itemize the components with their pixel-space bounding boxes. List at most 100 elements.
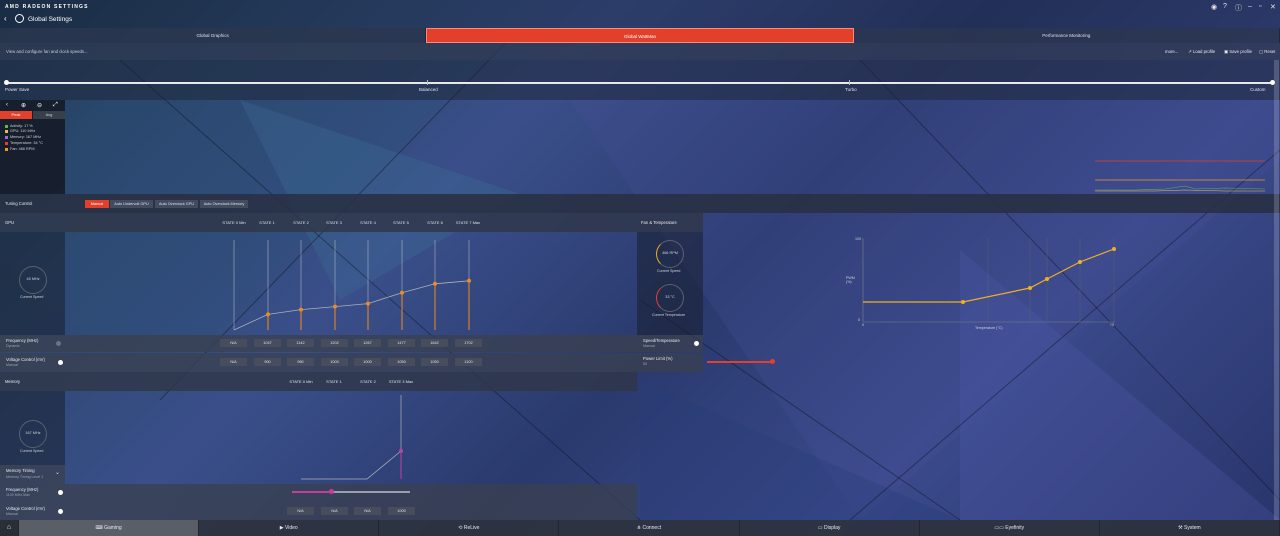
tab-avg[interactable]: Avg [33,111,65,119]
gpu-state-point[interactable] [400,290,404,295]
tab-peak[interactable]: Peak [0,111,32,119]
fan-curve-point[interactable] [1045,277,1049,281]
fan-chart-ymax: 100 [855,237,861,241]
scrollbar[interactable] [1274,60,1279,520]
load-profile-button[interactable]: ↗ Load profile [1188,49,1215,55]
zoom-out-icon[interactable]: ⊖ [37,102,42,109]
sub-bar [0,43,1280,60]
memory-frequency-value: 1100 MHz Max [6,493,30,497]
save-profile-button[interactable]: ▣ Save profile [1224,49,1252,55]
profile-slider[interactable] [6,82,1272,84]
info-icon[interactable]: ⓘ [1235,3,1242,13]
gpu-voltage-cell[interactable]: 1000 [354,358,381,366]
gpu-voltage-cell[interactable]: 900 [254,358,281,366]
nav-system-label: System [1184,525,1201,531]
nav-relive[interactable]: ⟲ ReLive [379,520,560,536]
gpu-state-point[interactable] [299,307,303,312]
eyefinity-icon: ▭▭ [994,525,1004,531]
gpu-frequency-cell[interactable]: 1477 [388,339,415,347]
tuning-auto-undervolt-button[interactable]: Auto Undervolt GPU [110,200,153,208]
memory-frequency-fill [292,491,330,493]
fan-curve-point[interactable] [1028,286,1032,290]
gpu-frequency-cell[interactable]: 1047 [254,339,281,347]
nav-connect[interactable]: ⋔ Connect [559,520,740,536]
tuning-auto-overclock-memory-button[interactable]: Auto Overclock Memory [200,200,248,208]
close-icon[interactable]: ✕ [1270,3,1276,11]
memory-voltage-cell[interactable]: N/A [287,507,314,515]
slider-tick-balanced [427,80,428,85]
fan-curve-point[interactable] [1078,260,1082,264]
profile-balanced[interactable]: Balanced [419,87,438,92]
bottom-nav: ⌂ ⌨ Gaming ▶ Video ⟲ ReLive ⋔ Connect ▭ … [0,520,1280,536]
more-link[interactable]: more... [1165,49,1178,54]
gpu-frequency-toggle[interactable] [56,341,61,346]
gpu-frequency-row [0,335,637,352]
back-icon[interactable]: ‹ [4,14,7,23]
tab-global-wattman[interactable]: Global WattMan [426,28,854,43]
bug-report-icon[interactable]: ◉ [1211,3,1217,11]
slider-stop-power-save[interactable] [4,80,9,85]
nav-display[interactable]: ▭ Display [740,520,920,536]
home-icon[interactable]: ⌂ [0,520,19,536]
memory-voltage-toggle[interactable] [58,509,63,514]
fan-curve-point[interactable] [1112,247,1116,251]
share-icon: ⋔ [636,525,642,531]
profile-power-save[interactable]: Power Save [5,87,29,92]
memory-frequency-toggle[interactable] [58,490,63,495]
nav-system[interactable]: ⚒ System [1100,520,1280,536]
tab-performance-monitoring[interactable]: Performance Monitoring [854,28,1280,43]
tuning-auto-overclock-gpu-button[interactable]: Auto Overclock GPU [155,200,198,208]
memory-voltage-cell[interactable]: 1000 [388,507,415,515]
gpu-state-point[interactable] [333,304,337,309]
gpu-frequency-cell[interactable]: 1202 [321,339,348,347]
tab-global-graphics[interactable]: Global Graphics [0,28,427,43]
fan-curve-point[interactable] [961,300,965,304]
play-icon: ▶ [279,525,284,531]
power-limit-slider[interactable] [707,361,772,363]
memory-voltage-cell[interactable]: N/A [354,507,381,515]
maximize-icon[interactable]: ▫ [1259,3,1261,10]
gpu-frequency-cell[interactable]: 1142 [287,339,314,347]
gpu-voltage-cell[interactable]: N/A [220,358,247,366]
profile-custom[interactable]: Custom [1250,87,1266,92]
reset-button[interactable]: ▢ Reset [1259,49,1276,55]
gpu-voltage-cell[interactable]: 1050 [421,358,448,366]
gpu-state-header: STATE 1 [259,220,275,225]
memory-voltage-cell[interactable]: N/A [321,507,348,515]
legend-swatch [5,142,8,145]
page-description: View and configure fan and clock speeds.… [6,49,88,54]
chevron-down-icon[interactable]: ⌄ [55,469,60,476]
nav-video[interactable]: ▶ Video [199,520,380,536]
gpu-frequency-cell[interactable]: 1702 [455,339,482,347]
gpu-frequency-cell[interactable]: 1642 [421,339,448,347]
speed-temp-label: Speed/Temperature [643,338,680,343]
nav-gaming[interactable]: ⌨ Gaming [19,520,200,536]
gpu-state-point[interactable] [366,301,370,306]
speed-temp-toggle[interactable] [694,341,699,346]
gpu-state-point[interactable] [433,281,437,286]
help-icon[interactable]: ? [1223,3,1227,10]
gpu-state-point[interactable] [266,312,270,317]
load-icon: ↗ [1188,49,1192,54]
memory-speed-gauge: 167 MHz [19,420,47,448]
gpu-voltage-cell[interactable]: 950 [287,358,314,366]
memory-timing-label: Memory Timing [6,468,35,473]
expand-icon[interactable]: ⤢ [53,102,58,109]
gpu-state-header: STATE 5 [393,220,409,225]
gpu-frequency-cell[interactable]: N/A [220,339,247,347]
memory-frequency-handle[interactable] [329,489,334,494]
tuning-manual-button[interactable]: Manual [85,200,109,208]
power-limit-handle[interactable] [770,359,775,364]
minimize-icon[interactable]: – [1248,3,1252,10]
profile-turbo[interactable]: Turbo [845,87,857,92]
gpu-voltage-cell[interactable]: 1000 [321,358,348,366]
gpu-voltage-cell[interactable]: 1050 [388,358,415,366]
gpu-voltage-cell[interactable]: 1100 [455,358,482,366]
legend-gpu: GPU: 110 MHz [10,129,36,133]
back-small-icon[interactable]: ‹ [6,102,8,108]
gpu-frequency-cell[interactable]: 1267 [354,339,381,347]
nav-eyefinity[interactable]: ▭▭ Eyefinity [920,520,1100,536]
zoom-in-icon[interactable]: ⊕ [21,102,26,109]
gpu-voltage-toggle[interactable] [58,360,63,365]
gpu-state-point[interactable] [467,278,471,283]
